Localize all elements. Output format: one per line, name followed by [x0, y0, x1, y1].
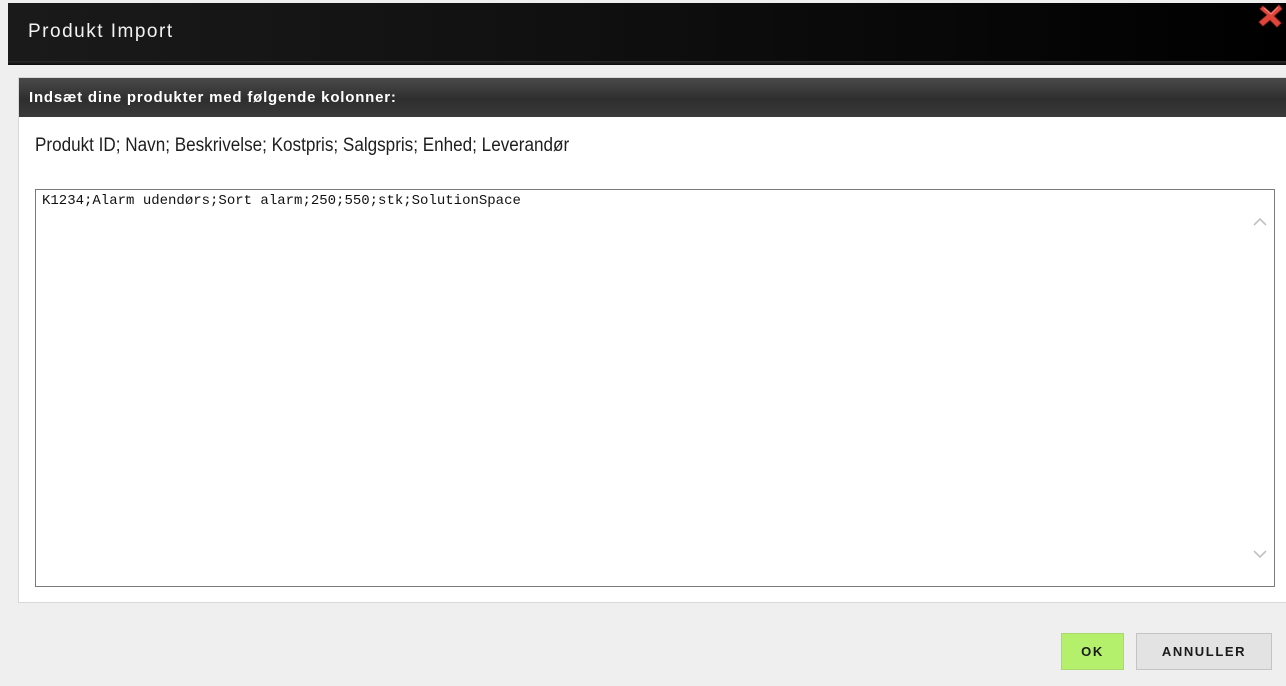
import-textarea[interactable]: K1234;Alarm udendørs;Sort alarm;250;550;…	[36, 190, 1246, 586]
product-import-dialog: Produkt Import Indsæt dine produkter med…	[0, 0, 1286, 686]
chevron-down-icon	[1253, 550, 1267, 559]
ok-button[interactable]: OK	[1061, 633, 1124, 670]
cancel-button[interactable]: ANNULLER	[1136, 633, 1272, 670]
import-textarea-container: K1234;Alarm udendørs;Sort alarm;250;550;…	[35, 189, 1275, 587]
scroll-down-button[interactable]	[1252, 546, 1268, 562]
import-panel: Indsæt dine produkter med følgende kolon…	[18, 77, 1286, 603]
textarea-scrollbar[interactable]	[1246, 190, 1274, 586]
scroll-up-button[interactable]	[1252, 214, 1268, 230]
dialog-titlebar: Produkt Import	[8, 3, 1286, 65]
panel-header: Indsæt dine produkter med følgende kolon…	[19, 78, 1286, 117]
close-x-icon	[1258, 4, 1283, 28]
close-button[interactable]	[1256, 0, 1286, 30]
dialog-title: Produkt Import	[28, 21, 174, 42]
columns-hint: Produkt ID; Navn; Beskrivelse; Kostpris;…	[35, 135, 570, 156]
chevron-up-icon	[1253, 217, 1267, 226]
